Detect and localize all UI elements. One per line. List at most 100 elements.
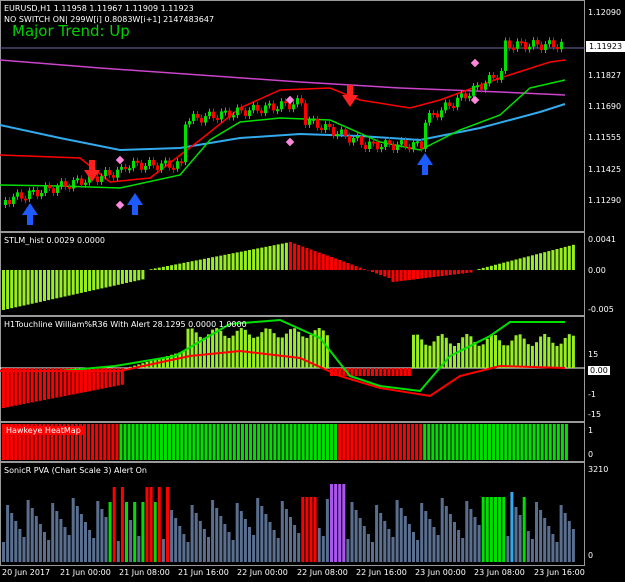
- heatmap-cell: [99, 424, 103, 460]
- volume-bar: [436, 535, 440, 562]
- candle-body: [364, 144, 367, 150]
- stlm-bar: [416, 270, 420, 279]
- volume-bar: [84, 522, 87, 562]
- heatmap-cell: [382, 424, 386, 460]
- william-bar: [547, 337, 551, 368]
- william-bar: [354, 368, 358, 376]
- volume-bar: [391, 537, 395, 562]
- stlm-bar: [510, 260, 514, 270]
- x-axis-label: 21 Jun 08:00: [119, 568, 170, 577]
- volume-bar: [166, 487, 169, 562]
- volume-bar: [358, 518, 362, 562]
- candle-body: [328, 124, 331, 128]
- heatmap-cell: [261, 424, 265, 460]
- volume-bar: [145, 487, 149, 562]
- candle-body: [216, 117, 219, 120]
- volume-bar: [289, 517, 292, 562]
- candle-body: [416, 141, 419, 144]
- william-bar: [567, 334, 571, 368]
- stlm-bar: [342, 261, 346, 270]
- volume-bar: [153, 502, 157, 562]
- volume-bar: [125, 502, 128, 562]
- william-bar: [243, 329, 247, 368]
- william-bar: [371, 368, 374, 376]
- volume-bar: [239, 511, 243, 562]
- volume-bar: [551, 534, 555, 562]
- stlm-bar: [498, 263, 502, 270]
- volume-bar: [256, 498, 260, 562]
- william-bar: [297, 331, 301, 368]
- volume-bar: [543, 518, 547, 562]
- heatmap-cell: [552, 424, 556, 460]
- candle-body: [164, 160, 167, 164]
- volume-bar: [149, 487, 153, 562]
- william-bar: [457, 343, 461, 368]
- volume-bar: [571, 529, 575, 562]
- candle-body: [48, 185, 51, 189]
- heatmap-cell: [95, 424, 99, 460]
- heatmap-cell: [204, 424, 208, 460]
- stlm-bar: [321, 254, 325, 270]
- heatmap-cell: [459, 424, 463, 460]
- candle-body: [288, 103, 291, 110]
- stlm-bar: [43, 270, 46, 301]
- volume-bar: [75, 506, 79, 562]
- heatmap-cell: [147, 424, 151, 460]
- candle-body: [352, 137, 355, 143]
- heatmap-cell: [281, 424, 285, 460]
- stlm-bar: [22, 270, 26, 306]
- candle-body: [544, 44, 547, 50]
- volume-bar: [2, 542, 5, 562]
- candle-body: [64, 181, 67, 187]
- candle-body: [528, 46, 531, 50]
- x-axis-label: 22 Jun 00:00: [237, 568, 288, 577]
- heatmap-cell: [378, 424, 382, 460]
- stlm-bar: [71, 270, 75, 295]
- volume-bar: [264, 514, 268, 562]
- candle-body: [156, 165, 159, 170]
- william-bar: [190, 328, 194, 368]
- candle-body: [280, 101, 283, 110]
- william-bar: [207, 334, 210, 368]
- stlm-bar: [223, 254, 227, 270]
- heatmap-cell: [411, 424, 415, 460]
- heatmap-cell: [212, 424, 216, 460]
- william-bar: [321, 330, 325, 368]
- heatmap-cell: [479, 424, 483, 460]
- candle-body: [304, 103, 307, 125]
- heatmap-cell: [338, 424, 342, 460]
- candle-body: [84, 182, 87, 185]
- signal-diamond-icon: [115, 155, 125, 165]
- price-tick: 1.11290: [588, 196, 622, 205]
- stlm-bar: [465, 270, 469, 273]
- candle-body: [120, 166, 123, 170]
- heatmap-cell: [524, 424, 528, 460]
- candle-body: [56, 186, 59, 193]
- william-bar: [194, 332, 198, 368]
- candle-body: [492, 75, 495, 78]
- heatmap-cell: [532, 424, 536, 460]
- volume-bar: [457, 530, 461, 562]
- william-bar: [506, 345, 510, 368]
- candle-body: [500, 70, 503, 80]
- volume-bar: [235, 503, 239, 562]
- pva-tick: 3210: [588, 465, 609, 474]
- william-bar: [518, 334, 522, 368]
- william-bar: [399, 368, 403, 376]
- stlm-bar: [174, 264, 178, 270]
- volume-bar: [305, 497, 309, 562]
- x-axis-label: 22 Jun 16:00: [356, 568, 407, 577]
- candle-body: [412, 142, 415, 150]
- heatmap-cell: [362, 424, 366, 460]
- stlm-bar: [399, 270, 403, 281]
- william-bar: [6, 368, 10, 408]
- candle-body: [60, 181, 63, 187]
- william-bar: [428, 345, 432, 368]
- volume-bar: [555, 542, 559, 562]
- stlm-bar: [289, 242, 292, 270]
- candle-body: [224, 110, 227, 113]
- buy-arrow-icon: [127, 193, 143, 215]
- stlm-bar: [112, 270, 116, 286]
- volume-bar: [387, 529, 391, 562]
- volume-bar: [34, 516, 38, 562]
